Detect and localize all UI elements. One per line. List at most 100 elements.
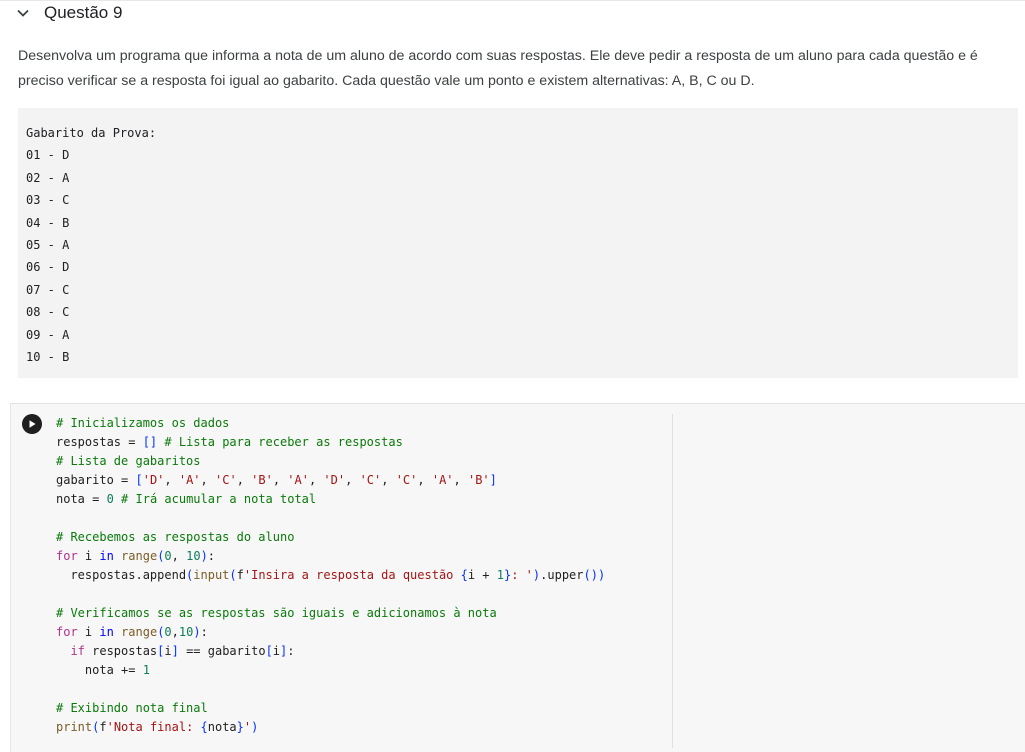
code-token: ,: [453, 473, 468, 487]
code-line: # Verificamos se as respostas são iguais…: [54, 604, 672, 623]
code-line: # Lista de gabaritos: [54, 452, 672, 471]
code-token: [: [135, 473, 143, 487]
code-token: ,: [417, 473, 432, 487]
code-line: respostas = [] # Lista para receber as r…: [54, 433, 672, 452]
code-token: 0: [164, 549, 172, 563]
code-line: nota = 0 # Irá acumular a nota total: [54, 490, 672, 509]
code-token: ,: [308, 473, 324, 487]
code-token: respostas =: [56, 435, 143, 449]
code-token: ): [200, 549, 208, 563]
code-token: ,: [345, 473, 360, 487]
code-token: .upper: [540, 568, 584, 582]
answer-key-item: 07 - C: [26, 282, 70, 297]
code-token: 0: [106, 492, 114, 506]
code-token: # Lista para receber as respostas: [164, 435, 403, 449]
code-line: # Recebemos as respostas do aluno: [54, 528, 672, 547]
code-token: in: [99, 625, 114, 639]
code-token: : ': [511, 568, 533, 582]
code-line: if respostas[i] == gabarito[i]:: [54, 642, 672, 661]
code-token: i: [164, 644, 172, 658]
code-token: nota =: [56, 492, 107, 506]
code-token: ]: [171, 644, 179, 658]
code-token: ,: [381, 473, 396, 487]
answer-key-item: 05 - A: [26, 237, 70, 252]
code-token: [: [265, 644, 273, 658]
code-token: 'B': [251, 473, 273, 487]
answer-key-item: 04 - B: [26, 215, 70, 230]
code-token: f: [236, 568, 244, 582]
answer-key-header: Gabarito da Prova:: [26, 126, 157, 140]
code-token: # Lista de gabaritos: [56, 454, 201, 468]
code-token: }: [236, 720, 244, 734]
code-token: # Verificamos se as respostas são iguais…: [56, 606, 497, 620]
code-token: print: [56, 720, 93, 734]
code-line: # Inicializamos os dados: [54, 414, 672, 433]
code-token: f: [99, 720, 107, 734]
code-token: ,: [171, 549, 187, 563]
code-token: i: [77, 625, 100, 639]
code-token: respostas.append: [56, 568, 187, 582]
code-token: ,: [171, 625, 179, 639]
code-token: 1: [496, 568, 504, 582]
code-token: {: [200, 720, 208, 734]
code-token: if: [70, 644, 85, 658]
code-token: 'D': [323, 473, 346, 487]
code-line: nota += 1: [54, 661, 672, 680]
code-token: 'D': [142, 473, 165, 487]
answer-key-item: 01 - D: [26, 148, 70, 163]
code-line: respostas.append(input(f'Insira a respos…: [54, 566, 672, 585]
code-token: respostas: [84, 644, 158, 658]
code-token: ): [193, 625, 201, 639]
code-token: 10: [178, 625, 194, 639]
code-line: gabarito = ['D', 'A', 'C', 'B', 'A', 'D'…: [54, 471, 672, 490]
answer-key-item: 06 - D: [26, 260, 70, 275]
section-header[interactable]: Questão 9: [14, 0, 122, 26]
answer-key-item: 03 - C: [26, 193, 70, 208]
code-editor[interactable]: # Inicializamos os dados respostas = [] #…: [54, 414, 673, 748]
play-icon[interactable]: [22, 414, 42, 434]
code-token: == gabarito: [178, 644, 266, 658]
chevron-down-icon[interactable]: [14, 4, 32, 22]
code-token: for: [56, 549, 78, 563]
code-token: 'B': [467, 473, 490, 487]
code-token: # Recebemos as respostas do aluno: [56, 530, 295, 544]
code-token: 'C': [395, 473, 418, 487]
code-token: (: [229, 568, 237, 582]
code-token: :: [207, 549, 216, 563]
answer-key-item: 08 - C: [26, 305, 70, 320]
code-token: range: [121, 625, 158, 639]
code-token: in: [99, 549, 114, 563]
code-token: ,: [164, 473, 179, 487]
code-token: :: [200, 625, 208, 639]
code-line: for i in range(0,10):: [54, 623, 672, 642]
code-token: 'A': [287, 473, 309, 487]
answer-key-block: Gabarito da Prova: 01 - D 02 - A 03 - C 04 …: [18, 108, 1018, 378]
code-token: 'A': [178, 473, 201, 487]
answer-key-item: 02 - A: [26, 170, 70, 185]
code-token: 'C': [359, 473, 382, 487]
code-token: # Exibindo nota final: [56, 701, 208, 715]
code-token: for: [56, 625, 78, 639]
question-description: Desenvolva um programa que informa a not…: [18, 48, 978, 89]
code-token: :: [287, 644, 295, 658]
code-token: ,: [200, 473, 215, 487]
code-token: range: [121, 549, 158, 563]
code-token: 'Insira a resposta da questão: [243, 568, 461, 582]
code-token: input: [193, 568, 230, 582]
code-token: i: [77, 549, 100, 563]
code-token: gabarito =: [56, 473, 136, 487]
code-token: ): [251, 720, 259, 734]
code-token: 10: [186, 549, 201, 563]
answer-key-item: 10 - B: [26, 349, 70, 364]
code-token: # Inicializamos os dados: [56, 416, 230, 430]
code-token: []: [142, 435, 158, 449]
code-line: for i in range(0, 10):: [54, 547, 672, 566]
code-token: i: [272, 644, 281, 658]
